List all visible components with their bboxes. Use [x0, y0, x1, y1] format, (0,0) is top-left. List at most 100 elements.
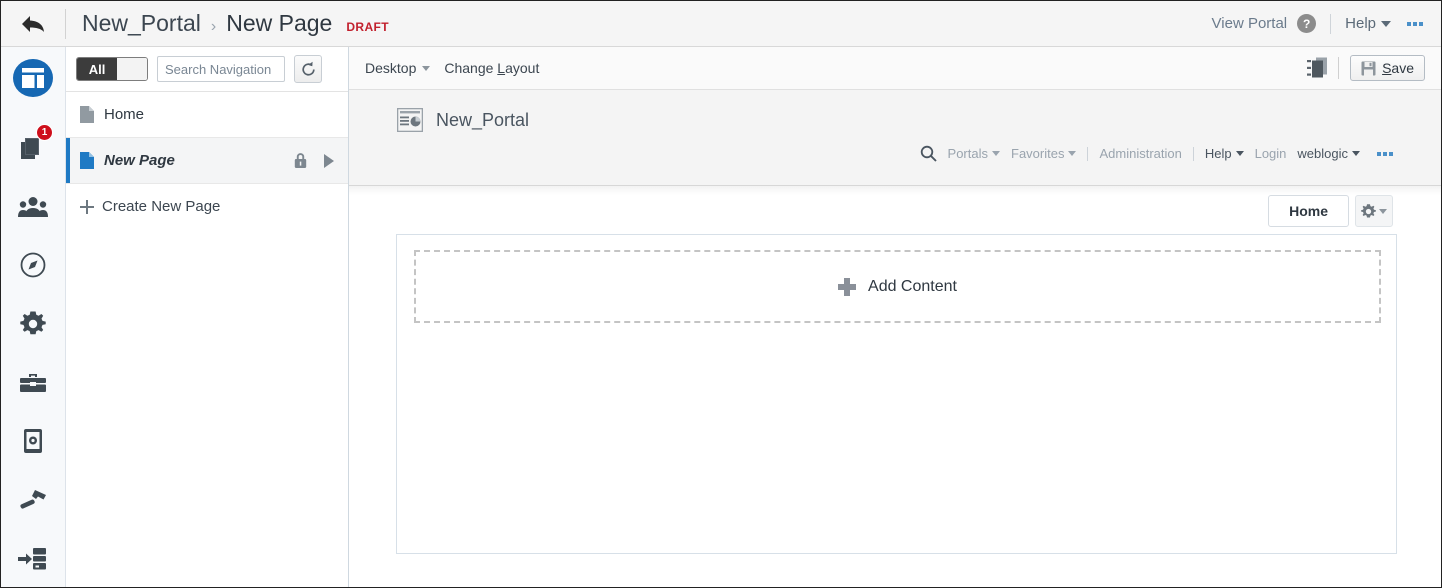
search-input[interactable] — [157, 56, 285, 82]
filter-toggle-handle — [117, 58, 147, 80]
portal-help-label: Help — [1204, 146, 1232, 161]
nav-item-home-label: Home — [104, 106, 145, 123]
rail-item-documents[interactable]: 1 — [9, 118, 57, 177]
favorites-menu-label: Favorites — [1011, 146, 1065, 161]
nav-item-home[interactable]: Home — [66, 92, 348, 138]
back-arrow-icon — [22, 15, 44, 32]
more-dashes-icon[interactable] — [1407, 21, 1423, 26]
breadcrumb-root[interactable]: New_Portal — [82, 10, 201, 37]
portal-preview: New_Portal Portals Favorites Administrat… — [349, 90, 1441, 587]
change-layout-label: Change Layout — [444, 60, 540, 76]
search-icon[interactable] — [920, 145, 937, 162]
view-portal-link[interactable]: View Portal — [1212, 15, 1288, 32]
change-layout-button[interactable]: Change Layout — [444, 60, 539, 76]
copy-pages-icon[interactable] — [1307, 57, 1328, 79]
tab-home[interactable]: Home — [1268, 195, 1349, 227]
portal-name: New_Portal — [436, 109, 530, 130]
breadcrumb-separator: › — [210, 18, 217, 35]
portal-navbar: Portals Favorites Administration Help Lo — [920, 145, 1393, 162]
nav-item-new-page[interactable]: New Page — [66, 138, 348, 184]
login-link[interactable]: Login — [1255, 146, 1287, 161]
rail-item-import[interactable] — [9, 529, 57, 587]
portals-menu-label: Portals — [947, 146, 988, 161]
help-menu-button[interactable]: Help — [1345, 15, 1391, 32]
chevron-down-icon — [1379, 208, 1387, 214]
editor-toolbar-left: Desktop Change Layout — [365, 60, 539, 76]
device-settings-icon — [24, 429, 42, 454]
rail-item-tools[interactable] — [9, 353, 57, 412]
create-new-page-label: Create New Page — [102, 198, 221, 215]
create-new-page-button[interactable]: Create New Page — [66, 184, 348, 229]
rail-item-members[interactable] — [9, 177, 57, 236]
portal-window-icon — [397, 108, 423, 132]
floppy-disk-icon — [1361, 61, 1376, 75]
page-icon-gray — [80, 106, 94, 123]
save-label: Save — [1382, 60, 1414, 76]
header-actions: View Portal ? Help — [1212, 13, 1441, 34]
server-import-icon — [18, 547, 46, 570]
top-header: New_Portal › New Page DRAFT View Portal … — [1, 1, 1441, 47]
chevron-down-icon — [1235, 151, 1244, 156]
nav-separator — [1192, 146, 1194, 161]
icon-rail: 1 — [1, 47, 66, 587]
chevron-down-icon — [1068, 151, 1077, 156]
administration-link[interactable]: Administration — [1099, 146, 1181, 161]
status-badge: DRAFT — [346, 20, 390, 34]
breadcrumb: New_Portal › New Page DRAFT — [66, 10, 389, 37]
editor-toolbar: Desktop Change Layout Save — [349, 47, 1441, 90]
hammer-icon — [20, 489, 46, 509]
filter-toggle-label: All — [77, 58, 118, 80]
refresh-button[interactable] — [294, 55, 322, 83]
documents-badge: 1 — [36, 124, 53, 142]
compass-icon — [20, 252, 46, 278]
device-selector[interactable]: Desktop — [365, 60, 431, 76]
tab-settings-button[interactable] — [1355, 195, 1393, 227]
add-content-dropzone[interactable]: Add Content — [414, 250, 1381, 323]
rail-item-assets[interactable] — [9, 471, 57, 530]
rail-item-discover[interactable] — [9, 236, 57, 295]
chevron-down-icon — [1352, 151, 1360, 156]
nav-item-actions — [293, 152, 348, 169]
user-menu-label: weblogic — [1297, 146, 1348, 161]
page-icon-blue — [80, 152, 94, 169]
lock-icon[interactable] — [293, 152, 308, 169]
rail-item-settings[interactable] — [9, 295, 57, 354]
gear-icon — [1361, 203, 1376, 217]
refresh-icon — [301, 61, 315, 76]
chevron-down-icon — [1381, 20, 1391, 27]
back-button[interactable] — [1, 1, 65, 46]
chevron-down-icon — [422, 65, 431, 71]
expand-triangle-icon[interactable] — [324, 153, 334, 168]
rail-item-pages[interactable] — [13, 59, 53, 98]
help-circle-icon[interactable]: ? — [1297, 14, 1317, 33]
portal-page-editor: New_Portal › New Page DRAFT View Portal … — [0, 0, 1442, 588]
editor-area: Desktop Change Layout Save New_Portal Po… — [349, 47, 1441, 587]
save-button[interactable]: Save — [1350, 55, 1425, 81]
toolbar-separator — [1338, 57, 1340, 79]
page-content-panel: Add Content — [396, 234, 1397, 554]
add-content-label: Add Content — [868, 277, 957, 295]
plus-icon — [80, 199, 94, 214]
editor-toolbar-right: Save — [1307, 55, 1425, 81]
filter-toggle[interactable]: All — [76, 57, 148, 81]
user-menu[interactable]: weblogic — [1297, 146, 1360, 161]
nav-separator — [1087, 146, 1089, 161]
navigation-toolbar: All — [66, 47, 348, 92]
favorites-menu[interactable]: Favorites — [1011, 146, 1077, 161]
gear-icon — [20, 311, 46, 335]
device-selector-label: Desktop — [365, 60, 417, 76]
portal-title-row: New_Portal — [349, 90, 1441, 132]
nav-item-new-page-label: New Page — [104, 152, 175, 169]
plus-icon — [838, 277, 857, 296]
breadcrumb-current: New Page — [226, 10, 333, 36]
help-menu-label: Help — [1345, 15, 1376, 32]
portal-tabs: Home — [1268, 195, 1393, 227]
toolbox-icon — [20, 373, 46, 392]
rail-item-device-settings[interactable] — [9, 412, 57, 471]
portals-menu[interactable]: Portals — [948, 146, 1000, 161]
portal-help-menu[interactable]: Help — [1205, 146, 1244, 161]
navigation-panel: All Home New Page — [66, 47, 349, 587]
chevron-down-icon — [992, 151, 1000, 156]
portal-chrome: New_Portal Portals Favorites Administrat… — [349, 90, 1441, 227]
more-dashes-icon[interactable] — [1377, 151, 1393, 156]
